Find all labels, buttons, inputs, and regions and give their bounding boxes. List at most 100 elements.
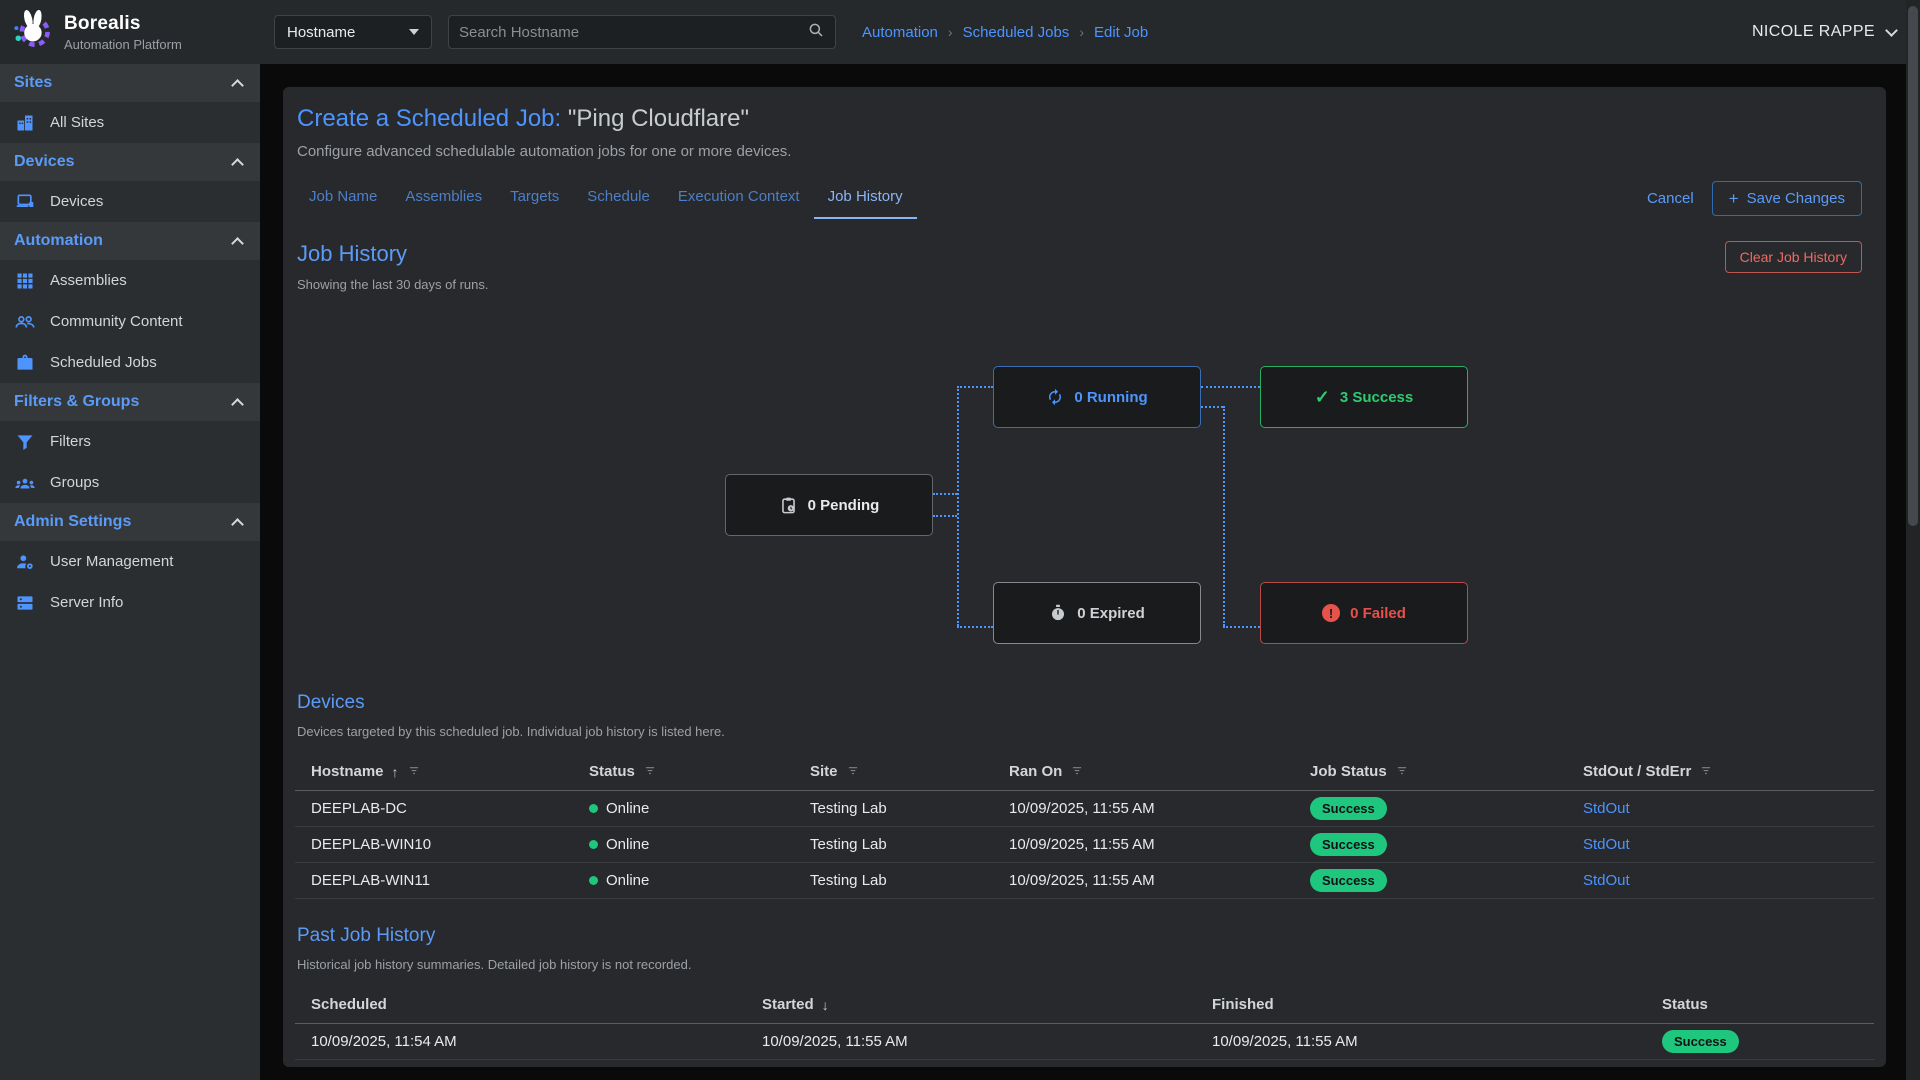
borealis-logo-icon <box>10 8 54 57</box>
filter-icon[interactable] <box>1070 763 1084 781</box>
stdout-link[interactable]: StdOut <box>1583 836 1630 853</box>
status-badge[interactable]: Success <box>1662 1030 1739 1053</box>
tab-job-name[interactable]: Job Name <box>295 178 391 219</box>
filter-icon[interactable] <box>1699 763 1713 781</box>
sidebar-item-devices[interactable]: Devices <box>0 181 260 222</box>
sidebar-section-devices[interactable]: Devices <box>0 143 260 181</box>
caret-down-icon <box>409 29 419 35</box>
breadcrumb-automation[interactable]: Automation <box>862 24 938 41</box>
column-header-stdout[interactable]: StdOut / StdErr <box>1583 763 1874 781</box>
cell-status: Success <box>1662 1030 1874 1053</box>
online-dot-icon <box>589 804 598 813</box>
sidebar-item-label: User Management <box>50 553 173 570</box>
chevron-up-icon <box>231 158 244 171</box>
cell-stdout: StdOut <box>1583 872 1874 889</box>
sidebar-item-filters[interactable]: Filters <box>0 421 260 462</box>
flow-node-success[interactable]: ✓ 3 Success <box>1260 366 1468 428</box>
column-header-site[interactable]: Site <box>810 763 1009 781</box>
cell-finished: 10/09/2025, 11:55 AM <box>1212 1033 1662 1050</box>
filter-icon[interactable] <box>407 763 421 781</box>
sidebar-item-all-sites[interactable]: All Sites <box>0 102 260 143</box>
sidebar-item-label: Server Info <box>50 594 123 611</box>
clear-job-history-button[interactable]: Clear Job History <box>1725 241 1862 273</box>
status-badge[interactable]: Success <box>1310 869 1387 892</box>
cell-job-status: Success <box>1310 869 1583 892</box>
vertical-scrollbar[interactable] <box>1906 0 1920 1080</box>
sidebar-item-community-content[interactable]: Community Content <box>0 301 260 342</box>
tab-job-history[interactable]: Job History <box>814 178 917 219</box>
plus-icon: + <box>1729 190 1739 207</box>
sidebar-section-admin-settings[interactable]: Admin Settings <box>0 503 260 541</box>
flow-node-failed[interactable]: ! 0 Failed <box>1260 582 1468 644</box>
save-changes-button[interactable]: + Save Changes <box>1712 181 1862 216</box>
flow-node-label: 3 Success <box>1340 389 1413 406</box>
filter-icon[interactable] <box>846 763 860 781</box>
sort-asc-icon[interactable]: ↑ <box>392 764 399 780</box>
device-table-row[interactable]: DEEPLAB-WIN10 Online Testing Lab 10/09/2… <box>295 827 1874 863</box>
app-root: Borealis Automation Platform Sites All S… <box>0 0 1920 1080</box>
sidebar-section-automation[interactable]: Automation <box>0 222 260 260</box>
column-header-hostname[interactable]: Hostname ↑ <box>311 763 589 781</box>
column-header-job-status[interactable]: Job Status <box>1310 763 1583 781</box>
filter-icon[interactable] <box>1395 763 1409 781</box>
search-icon[interactable] <box>807 21 825 44</box>
clipboard-clock-icon <box>779 496 798 515</box>
cell-site: Testing Lab <box>810 800 1009 817</box>
column-header-finished[interactable]: Finished <box>1212 996 1662 1013</box>
flow-edge <box>957 386 959 626</box>
flow-edge <box>933 515 957 517</box>
cell-ran-on: 10/09/2025, 11:55 AM <box>1009 836 1310 853</box>
error-icon: ! <box>1322 604 1340 622</box>
stdout-link[interactable]: StdOut <box>1583 800 1630 817</box>
stopwatch-icon <box>1049 604 1067 622</box>
scrollbar-thumb[interactable] <box>1908 6 1918 526</box>
user-name: NICOLE RAPPE <box>1752 23 1875 41</box>
people-icon <box>14 311 36 333</box>
sidebar-item-assemblies[interactable]: Assemblies <box>0 260 260 301</box>
device-table-row[interactable]: DEEPLAB-DC Online Testing Lab 10/09/2025… <box>295 791 1874 827</box>
hostname-select[interactable]: Hostname <box>274 15 432 49</box>
column-header-scheduled[interactable]: Scheduled <box>311 996 762 1013</box>
sidebar-item-label: Scheduled Jobs <box>50 354 157 371</box>
search-input[interactable] <box>459 24 807 41</box>
flow-node-running[interactable]: 0 Running <box>993 366 1201 428</box>
cell-stdout: StdOut <box>1583 836 1874 853</box>
stdout-link[interactable]: StdOut <box>1583 872 1630 889</box>
device-table-row[interactable]: DEEPLAB-WIN11 Online Testing Lab 10/09/2… <box>295 863 1874 899</box>
past-job-history-subheading: Historical job history summaries. Detail… <box>297 957 1874 972</box>
flow-node-label: 0 Pending <box>808 497 880 514</box>
column-header-ran-on[interactable]: Ran On <box>1009 763 1310 781</box>
check-icon: ✓ <box>1315 387 1330 408</box>
past-history-row[interactable]: 10/09/2025, 11:54 AM 10/09/2025, 11:55 A… <box>295 1024 1874 1060</box>
breadcrumb-scheduled-jobs[interactable]: Scheduled Jobs <box>963 24 1070 41</box>
tab-execution-context[interactable]: Execution Context <box>664 178 814 219</box>
cell-ran-on: 10/09/2025, 11:55 AM <box>1009 800 1310 817</box>
status-badge[interactable]: Success <box>1310 797 1387 820</box>
breadcrumb-edit-job[interactable]: Edit Job <box>1094 24 1148 41</box>
sidebar-item-scheduled-jobs[interactable]: Scheduled Jobs <box>0 342 260 383</box>
tab-schedule[interactable]: Schedule <box>573 178 664 219</box>
column-header-started[interactable]: Started ↓ <box>762 996 1212 1013</box>
sidebar-item-server-info[interactable]: Server Info <box>0 582 260 623</box>
flow-node-pending[interactable]: 0 Pending <box>725 474 933 536</box>
sidebar-item-groups[interactable]: Groups <box>0 462 260 503</box>
brand-header: Borealis Automation Platform <box>0 0 260 64</box>
column-header-status[interactable]: Status <box>589 763 810 781</box>
devices-heading: Devices <box>297 692 1874 714</box>
user-menu[interactable]: NICOLE RAPPE <box>1752 23 1896 41</box>
filter-icon[interactable] <box>643 763 657 781</box>
sidebar-item-user-management[interactable]: User Management <box>0 541 260 582</box>
sidebar-section-filters-groups[interactable]: Filters & Groups <box>0 383 260 421</box>
flow-node-expired[interactable]: 0 Expired <box>993 582 1201 644</box>
tab-assemblies[interactable]: Assemblies <box>391 178 496 219</box>
funnel-icon <box>14 431 36 453</box>
status-badge[interactable]: Success <box>1310 833 1387 856</box>
cancel-button[interactable]: Cancel <box>1647 190 1694 207</box>
sidebar-section-sites[interactable]: Sites <box>0 64 260 102</box>
column-header-status[interactable]: Status <box>1662 996 1874 1013</box>
chevron-down-icon <box>1885 24 1898 37</box>
grid-icon <box>14 270 36 292</box>
tab-targets[interactable]: Targets <box>496 178 573 219</box>
page-title-jobname: "Ping Cloudflare" <box>561 105 749 132</box>
sort-desc-icon[interactable]: ↓ <box>822 997 829 1013</box>
